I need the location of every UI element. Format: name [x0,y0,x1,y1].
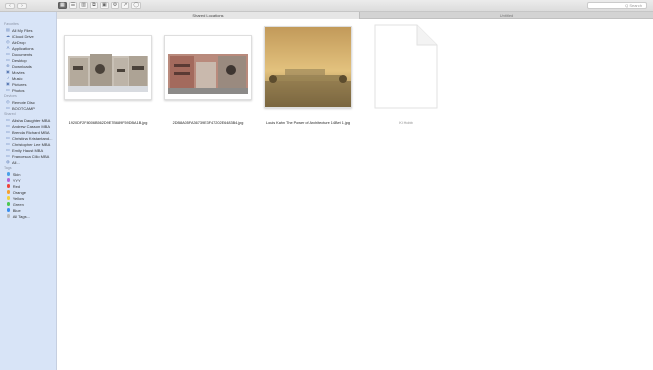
cloud-icon: ☁ [6,33,11,38]
forward-button[interactable]: › [17,3,27,9]
sidebar-item-label: Brenda Richard MBA [12,129,50,135]
cover-flow-button[interactable]: ⧉ [89,2,98,9]
action-button[interactable]: ⚙ [110,2,120,9]
tag-color-dot-icon [6,178,10,182]
back-button[interactable]: ‹ [5,3,15,9]
file-thumbnail[interactable] [264,26,352,108]
sidebar-tag-label: YYY [12,177,21,183]
documents-icon: ▭ [6,51,10,56]
building-photo-icon [65,36,151,99]
pictures-icon: ▣ [6,81,10,86]
sidebar-tag-label: Skin [12,171,21,177]
building-photo-icon [165,36,251,99]
file-name[interactable]: 1920DF2F8006B562D9E7B689F59DBA1B.jpg [57,121,159,125]
downloads-icon: ⊕ [6,63,10,68]
view-toolbar: ▦ ☰ ▥ ⧉ ▣ ⚙ ↗ ◯ [58,2,141,9]
airdrop-icon: ◎ [6,39,10,44]
movies-icon: ▣ [6,69,10,74]
sidebar-item-label: Andrew Casson MBA [12,123,51,129]
tag-color-dot-icon [6,214,10,218]
sidebar-item-label: Photos [12,87,25,93]
sidebar-item-label: Music [12,75,23,81]
applications-icon: A [6,45,10,50]
sidebar-item[interactable]: ◍ All... [0,159,56,165]
sidebar-tag-label: Blue [12,207,21,213]
tag-color-dot-icon [6,208,10,212]
sidebar-item-label: Downloads [12,63,32,69]
tab-bar: Shared Locations Untitled [57,12,653,19]
sidebar-item-label: Christopher Lee MBA [12,141,51,147]
sidebar-tag-label: Red [12,183,21,189]
share-button[interactable]: ↗ [121,2,130,9]
sidebar-item-label: Alisha Daughter MBA [12,117,51,123]
photos-icon: ▭ [6,87,10,92]
file-name[interactable]: 2DB8A05FA36739E3F47202E6483B4.jpg [158,121,258,125]
finder-window: ‹ › ▦ ☰ ▥ ⧉ ▣ ⚙ ↗ ◯ Q Search Shared Loca… [0,0,653,370]
sidebar-item-label: Desktop [12,57,27,63]
globe-icon: ◍ [6,159,10,164]
file-thumbnail[interactable] [64,35,152,100]
tag-color-dot-icon [6,202,10,206]
tag-color-dot-icon [6,196,10,200]
computer-icon: ▭ [6,123,10,128]
sidebar-item-label: All My Files [12,27,33,33]
sidebar-item-label: Emily Haust MBA [12,147,44,153]
tab-untitled[interactable]: Untitled [360,12,653,19]
computer-icon: ▭ [6,117,10,122]
sidebar-item-label: Applications [12,45,34,51]
list-view-button[interactable]: ☰ [68,2,78,9]
file-thumbnail[interactable] [164,35,252,100]
sidebar-tag-item[interactable]: All Tags... [0,213,56,219]
sidebar-item-label: Remote Disc [12,99,35,105]
sidebar-item-label: BOOTCAMP [12,105,35,111]
tag-color-dot-icon [6,190,10,194]
all-files-icon: ▤ [6,27,10,32]
toolbar: ‹ › ▦ ☰ ▥ ⧉ ▣ ⚙ ↗ ◯ Q Search [0,0,653,12]
arrange-button[interactable]: ▣ [99,2,109,9]
disc-icon: ◎ [6,99,10,104]
tag-button[interactable]: ◯ [131,2,141,9]
computer-icon: ▭ [6,153,10,158]
sidebar-item-label: Francesca Cillo MBA [12,153,50,159]
sidebar-item-label: All... [12,159,20,165]
navigation-buttons: ‹ › [5,3,27,9]
sidebar-tag-label: Yellow [12,195,25,201]
icon-view-button[interactable]: ▦ [58,2,67,9]
computer-icon: ▭ [6,135,10,140]
sidebar-item-label: Movies [12,69,25,75]
tag-color-dot-icon [6,184,10,188]
desktop-icon: ▭ [6,57,10,62]
sidebar-item[interactable]: ▭ Photos [0,87,56,93]
computer-icon: ▭ [6,147,10,152]
sidebar-tag-label: Green [12,201,24,207]
sidebar-tag-label: All Tags... [12,213,30,219]
music-icon: ♪ [6,75,10,80]
file-name[interactable]: Ki Hobb [374,121,438,125]
computer-icon: ▭ [6,141,10,146]
tag-color-dot-icon [6,172,10,176]
sidebar-item-label: Pictures [12,81,27,87]
building-photo-icon [265,27,351,107]
file-browser: 1920DF2F8006B562D9E7B689F59DBA1B.jpg 2DB… [57,20,653,370]
search-input[interactable]: Q Search [587,2,647,9]
sidebar-tag-label: Orange [12,189,27,195]
column-view-button[interactable]: ▥ [79,2,88,9]
blank-document-icon[interactable] [373,24,439,109]
sidebar-item-label: Christina Kristantand... [12,135,53,141]
file-name[interactable]: Louis Kahn The Power of Architecture 14B… [255,121,361,125]
sidebar-item-label: iCloud Drive [12,33,34,39]
sidebar-item[interactable]: ▭ BOOTCAMP [0,105,56,111]
computer-icon: ▭ [6,129,10,134]
sidebar-item-label: AirDrop [12,39,26,45]
sidebar-item-label: Documents [12,51,33,57]
tab-shared-locations[interactable]: Shared Locations [57,12,360,19]
drive-icon: ▭ [6,105,10,110]
sidebar: Favorites ▤ All My Files ☁ iCloud Drive ◎ AirD… [0,12,57,370]
